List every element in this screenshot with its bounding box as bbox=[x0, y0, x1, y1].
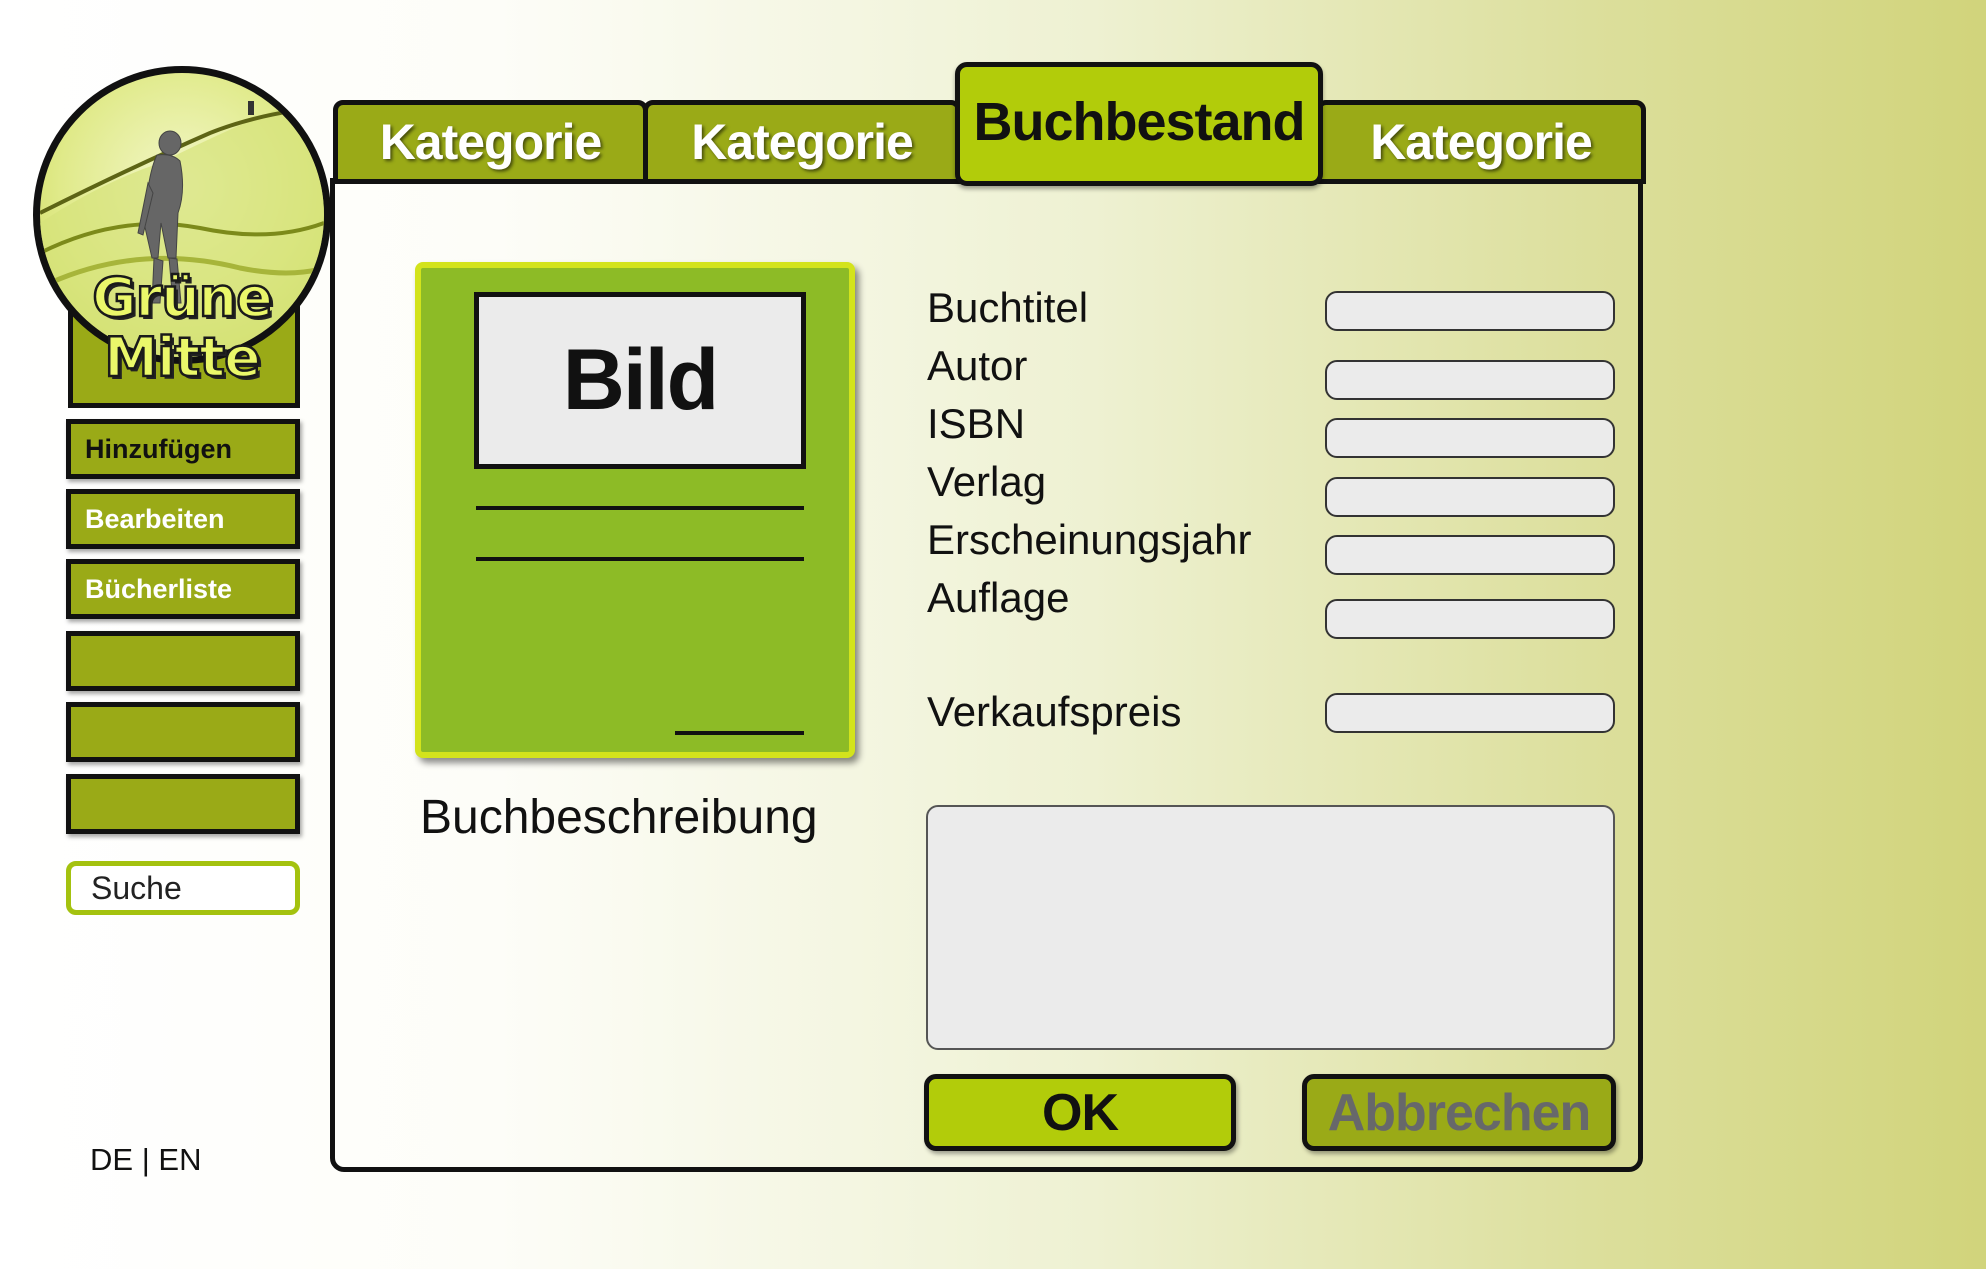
verlag-field[interactable] bbox=[1325, 477, 1615, 517]
sidebar-item-empty-1[interactable] bbox=[66, 631, 300, 691]
sidebar-item-bearbeiten[interactable]: Bearbeiten bbox=[66, 489, 300, 549]
description-label: Buchbeschreibung bbox=[420, 791, 818, 844]
book-image-placeholder[interactable]: Bild bbox=[474, 292, 806, 469]
card-divider bbox=[675, 731, 804, 735]
logo-line-2: Mitte bbox=[103, 326, 262, 389]
field-label-verkaufspreis: Verkaufspreis bbox=[927, 688, 1182, 735]
verkaufspreis-field[interactable] bbox=[1325, 693, 1615, 733]
ok-button-label: OK bbox=[1042, 1083, 1119, 1142]
sidebar-item-empty-2[interactable] bbox=[66, 702, 300, 762]
ok-button[interactable]: OK bbox=[924, 1074, 1236, 1151]
isbn-field[interactable] bbox=[1325, 418, 1615, 458]
card-divider bbox=[476, 506, 804, 510]
field-label-autor: Autor bbox=[927, 342, 1028, 389]
sidebar-item-label: Hinzufügen bbox=[85, 433, 232, 464]
logo-text: Grüne Mitte bbox=[33, 266, 331, 389]
cancel-button[interactable]: Abbrechen bbox=[1302, 1074, 1616, 1151]
field-label-isbn: ISBN bbox=[927, 400, 1026, 447]
search-input[interactable] bbox=[66, 861, 300, 915]
erscheinungsjahr-field[interactable] bbox=[1325, 535, 1615, 575]
field-label-erscheinungsjahr: Erscheinungsjahr bbox=[927, 516, 1252, 563]
card-divider bbox=[476, 557, 804, 561]
tab-label: Kategorie bbox=[691, 114, 914, 170]
autor-field[interactable] bbox=[1325, 360, 1615, 400]
sidebar-item-empty-3[interactable] bbox=[66, 774, 300, 834]
tab-label: Kategorie bbox=[379, 114, 603, 170]
buchtitel-field[interactable] bbox=[1325, 291, 1615, 331]
sidebar-item-buecherliste[interactable]: Bücherliste bbox=[66, 559, 300, 619]
tab-kategorie-3[interactable]: Kategorie bbox=[1316, 100, 1646, 184]
field-label-auflage: Auflage bbox=[927, 574, 1070, 621]
tab-label: Kategorie bbox=[1370, 114, 1593, 170]
sidebar-item-label: Bücherliste bbox=[85, 573, 233, 604]
description-textarea[interactable] bbox=[926, 805, 1615, 1050]
tab-kategorie-2[interactable]: Kategorie bbox=[643, 100, 961, 184]
sidebar-item-label: Bearbeiten bbox=[85, 503, 225, 534]
tab-label: Buchbestand bbox=[973, 92, 1305, 152]
language-en-link[interactable]: EN bbox=[158, 1142, 201, 1177]
field-label-verlag: Verlag bbox=[927, 458, 1047, 505]
book-image-label: Bild bbox=[562, 332, 719, 428]
auflage-field[interactable] bbox=[1325, 599, 1615, 639]
language-separator: | bbox=[141, 1142, 150, 1177]
logo-line-1: Grüne bbox=[91, 266, 274, 329]
language-switcher: DE | EN bbox=[90, 1142, 201, 1178]
tab-buchbestand[interactable]: Buchbestand bbox=[955, 62, 1323, 186]
sidebar-item-hinzufuegen[interactable]: Hinzufügen bbox=[66, 419, 300, 479]
tab-kategorie-1[interactable]: Kategorie bbox=[333, 100, 648, 184]
field-label-buchtitel: Buchtitel bbox=[927, 284, 1089, 331]
cancel-button-label: Abbrechen bbox=[1327, 1083, 1592, 1142]
language-de-link[interactable]: DE bbox=[90, 1142, 133, 1177]
